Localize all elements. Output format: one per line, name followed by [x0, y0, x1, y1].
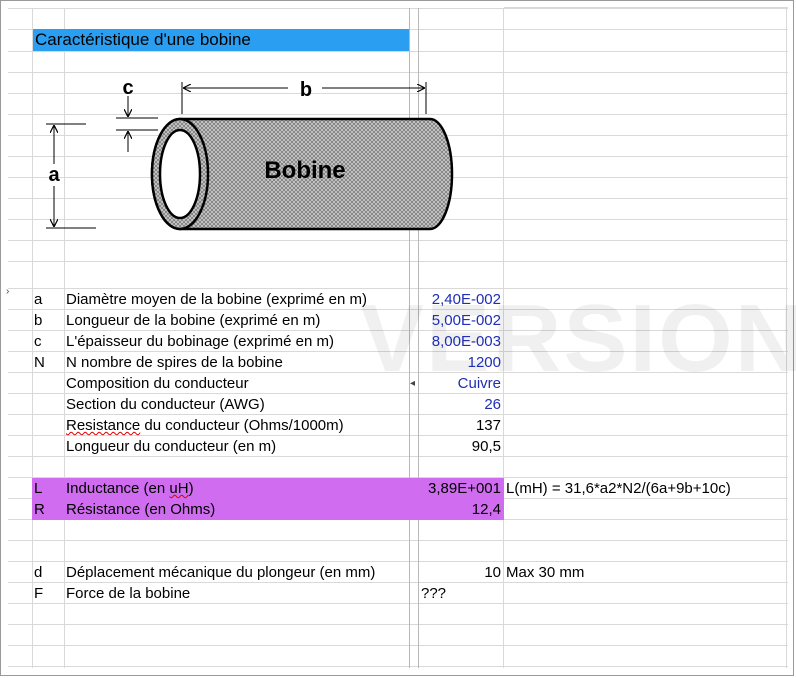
row-gridline	[8, 261, 788, 262]
label-cell[interactable]: Diamètre moyen de la bobine (exprimé en …	[66, 289, 408, 310]
value-cell[interactable]: 10	[419, 562, 503, 583]
symbol-cell[interactable]: b	[34, 310, 62, 331]
row-gridline	[8, 666, 788, 667]
label-cell[interactable]: Composition du conducteur	[66, 373, 408, 394]
symbol-cell[interactable]: L	[34, 478, 62, 499]
symbol-cell[interactable]: F	[34, 583, 62, 604]
symbol-cell[interactable]: N	[34, 352, 62, 373]
label-cell[interactable]: Resistance du conducteur (Ohms/1000m)	[66, 415, 408, 436]
row-gridline	[8, 645, 788, 646]
symbol-cell[interactable]: d	[34, 562, 62, 583]
coil-label: Bobine	[264, 157, 345, 184]
value-cell[interactable]: Cuivre	[419, 373, 503, 394]
value-cell[interactable]: 5,00E-002	[419, 310, 503, 331]
sheet-title-cell[interactable]: Caractéristique d'une bobine	[33, 29, 409, 51]
label-cell[interactable]: Force de la bobine	[66, 583, 408, 604]
value-cell[interactable]: 3,89E+001	[419, 478, 503, 499]
cursor-marker: ›	[6, 286, 10, 297]
label-cell[interactable]: N nombre de spires de la bobine	[66, 352, 408, 373]
value-cell[interactable]: 2,40E-002	[419, 289, 503, 310]
coil-diagram: Bobine b c a	[46, 77, 454, 231]
value-cell[interactable]: 26	[419, 394, 503, 415]
row-gridline	[8, 8, 788, 9]
symbol-cell[interactable]: R	[34, 499, 62, 520]
col-gridline	[32, 8, 33, 668]
label-post: )	[188, 480, 194, 497]
label-cell[interactable]: Longueur de la bobine (exprimé en m)	[66, 310, 408, 331]
symbol-cell[interactable]: c	[34, 331, 62, 352]
value-cell[interactable]: 8,00E-003	[419, 331, 503, 352]
dimension-a-label: a	[48, 164, 60, 186]
label-cell[interactable]: Inductance (en uH)	[66, 478, 408, 499]
row-gridline	[8, 72, 788, 73]
label-cell[interactable]: Longueur du conducteur (en m)	[66, 436, 408, 457]
label-cell[interactable]: Déplacement mécanique du plongeur (en mm…	[66, 562, 408, 583]
value-cell[interactable]: 12,4	[419, 499, 503, 520]
spellcheck-word: Resistance	[66, 417, 141, 434]
spellcheck-word: uH	[169, 480, 189, 497]
dropdown-indicator-icon[interactable]: ◂	[410, 378, 415, 389]
dimension-c-label: c	[122, 77, 133, 99]
note-cell[interactable]: Max 30 mm	[506, 562, 786, 583]
value-cell[interactable]: 1200	[419, 352, 503, 373]
row-gridline	[8, 51, 788, 52]
value-cell[interactable]: 137	[419, 415, 503, 436]
label-pre: Inductance (en	[66, 480, 170, 497]
symbol-cell[interactable]: a	[34, 289, 62, 310]
label-rest: du conducteur (Ohms/1000m)	[140, 417, 344, 434]
row-gridline	[8, 624, 788, 625]
label-cell[interactable]: Résistance (en Ohms)	[66, 499, 408, 520]
label-cell[interactable]: L'épaisseur du bobinage (exprimé en m)	[66, 331, 408, 352]
label-cell[interactable]: Section du conducteur (AWG)	[66, 394, 408, 415]
dimension-b-label: b	[300, 79, 312, 101]
formula-note[interactable]: L(mH) = 31,6*a2*N2/(6a+9b+10c)	[506, 478, 786, 499]
row-gridline	[8, 540, 788, 541]
row-gridline	[8, 240, 788, 241]
value-cell[interactable]: 90,5	[419, 436, 503, 457]
value-cell[interactable]: ???	[421, 583, 503, 604]
